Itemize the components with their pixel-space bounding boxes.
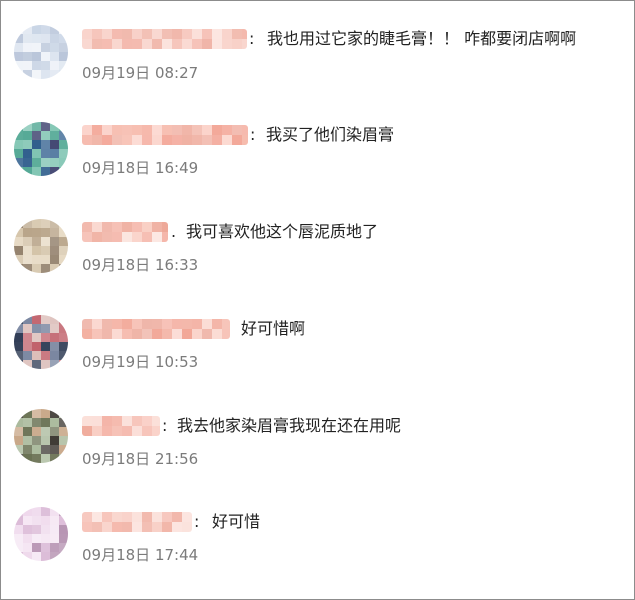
comment-text: 好可惜啊	[241, 319, 306, 338]
username[interactable]	[82, 125, 248, 145]
username[interactable]	[82, 512, 192, 532]
avatar[interactable]	[14, 409, 68, 463]
comment-list: : 我也用过它家的睫毛膏！！ 咋都要闭店啊啊 09月19日 08:27 : 我买…	[0, 0, 635, 600]
comment-time: 09月18日 17:44	[82, 546, 199, 564]
avatar[interactable]	[14, 219, 68, 273]
comment-separator: :	[194, 512, 200, 531]
username[interactable]	[82, 416, 160, 436]
comment-text: 我可喜欢他这个唇泥质地了	[186, 222, 379, 241]
username[interactable]	[82, 319, 230, 339]
comment-separator: :	[250, 125, 256, 144]
avatar[interactable]	[14, 122, 68, 176]
comment-item: : 好可惜 09月18日 17:44	[1, 1, 634, 564]
comment-separator: :	[162, 416, 168, 435]
comment-text: 我去他家染眉膏我现在还在用呢	[177, 416, 402, 435]
comment-time: 09月19日 10:53	[82, 353, 199, 371]
comment-separator: .	[171, 222, 177, 241]
avatar[interactable]	[14, 507, 68, 561]
comment-time: 09月18日 16:33	[82, 256, 199, 274]
comment-text: 好可惜	[212, 512, 261, 531]
comment-text: 我买了他们染眉膏	[266, 125, 395, 144]
avatar[interactable]	[14, 315, 68, 369]
comment-time: 09月18日 16:49	[82, 159, 199, 177]
username[interactable]	[82, 222, 168, 242]
comment-time: 09月18日 21:56	[82, 450, 199, 468]
